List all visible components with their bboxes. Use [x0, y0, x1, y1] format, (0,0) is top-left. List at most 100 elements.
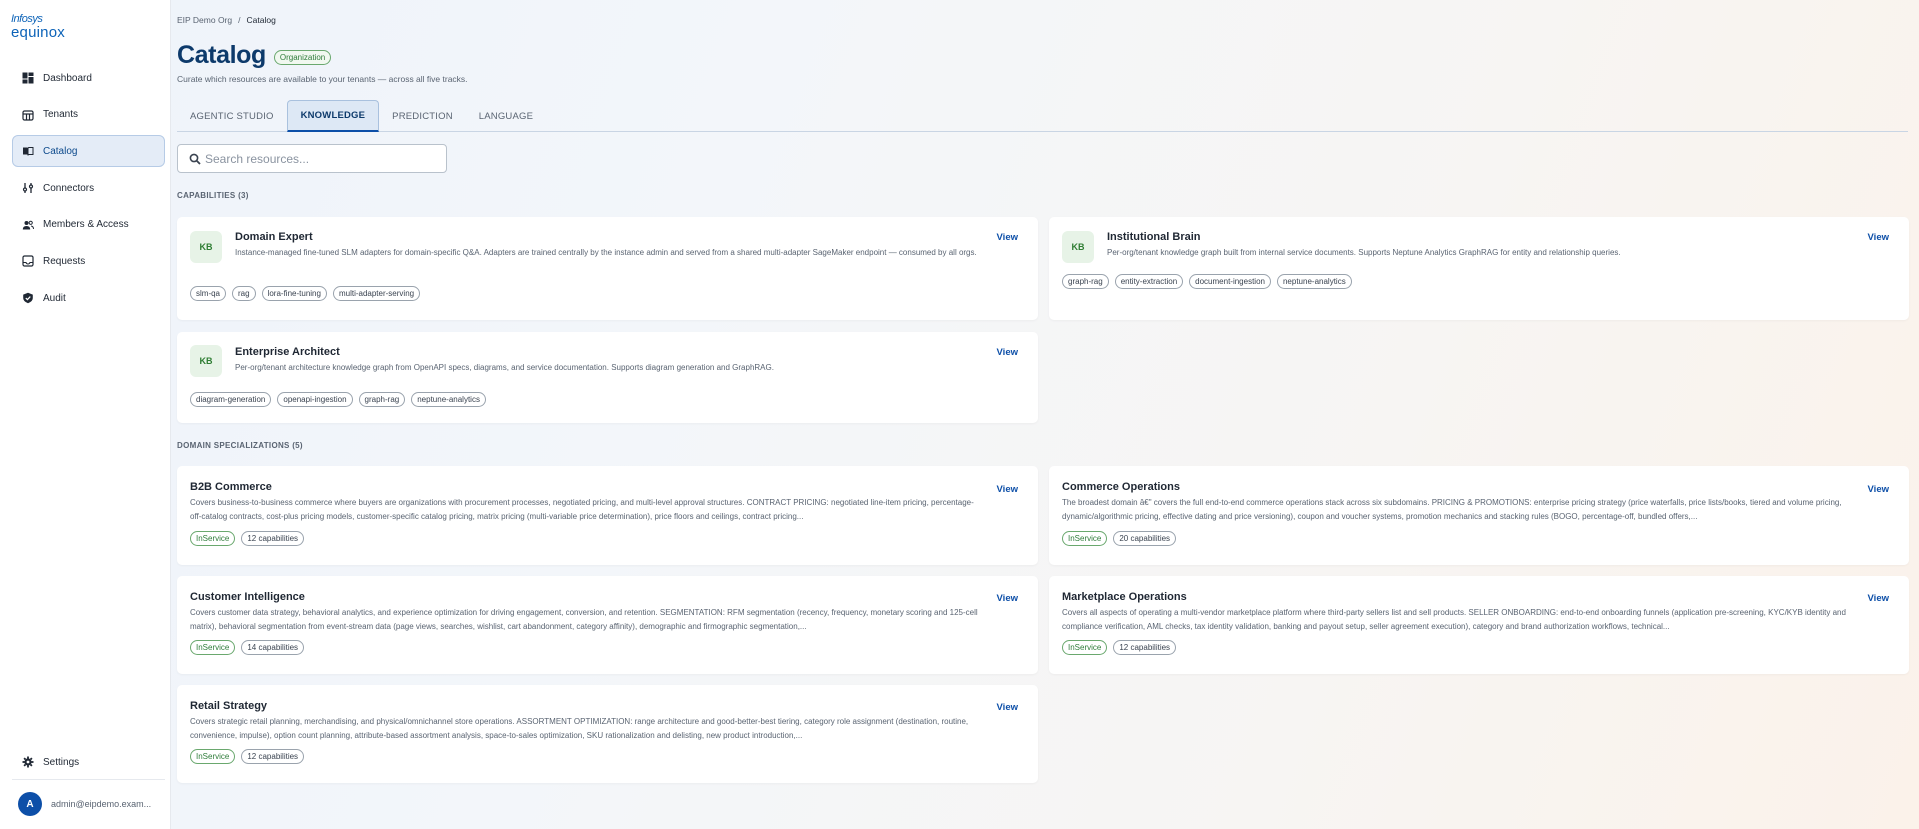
sidebar-item-tenants[interactable]: Tenants: [12, 99, 165, 131]
tag: lora-fine-tuning: [261, 286, 327, 301]
search-icon: [189, 153, 201, 165]
tag: diagram-generation: [190, 392, 272, 407]
domain-card-commerce-operations[interactable]: Commerce Operations The broadest domain …: [1049, 466, 1909, 565]
tag: graph-rag: [1062, 274, 1109, 289]
view-button[interactable]: View: [1868, 593, 1889, 604]
view-button[interactable]: View: [997, 232, 1018, 243]
card-title: Marketplace Operations: [1062, 591, 1187, 603]
tab-prediction[interactable]: PREDICTION: [379, 100, 466, 132]
card-description: The broadest domain â€" covers the full …: [1062, 498, 1842, 521]
view-button[interactable]: View: [1868, 484, 1889, 495]
gear-icon: [22, 756, 34, 768]
card-title: Domain Expert: [235, 231, 313, 243]
card-title: Institutional Brain: [1107, 231, 1201, 243]
tag: graph-rag: [358, 392, 406, 407]
card-title: Retail Strategy: [190, 700, 268, 712]
capability-count: 12 capabilities: [241, 749, 305, 764]
sidebar-item-label: Catalog: [43, 145, 78, 157]
tag-list: InService 12 capabilities: [1062, 640, 1177, 655]
sidebar-item-dashboard[interactable]: Dashboard: [12, 62, 165, 94]
status-badge: InService: [1062, 640, 1108, 655]
tag: neptune-analytics: [411, 392, 486, 407]
domains-heading: DOMAIN SPECIALIZATIONS (5): [177, 441, 303, 450]
connectors-icon: [22, 183, 34, 194]
view-button[interactable]: View: [997, 593, 1018, 604]
search-input[interactable]: [205, 151, 425, 166]
view-button[interactable]: View: [997, 702, 1018, 713]
title-row: Catalog Organization: [177, 41, 332, 70]
requests-icon: [22, 255, 34, 268]
card-title: Commerce Operations: [1062, 481, 1180, 493]
page-subtitle: Curate which resources are available to …: [177, 74, 468, 84]
brand-line2: equinox: [11, 24, 65, 41]
sidebar-item-label: Members & Access: [43, 219, 129, 231]
sidebar-item-audit[interactable]: Audit: [12, 282, 165, 314]
kb-badge: KB: [190, 345, 222, 377]
domain-card-marketplace-operations[interactable]: Marketplace Operations Covers all aspect…: [1049, 576, 1909, 674]
tag: openapi-ingestion: [277, 392, 353, 407]
card-description: Covers strategic retail planning, mercha…: [190, 717, 969, 740]
sidebar-item-members-access[interactable]: Members & Access: [12, 209, 165, 241]
breadcrumb-org[interactable]: EIP Demo Org: [177, 15, 232, 25]
card-description: Per-org/tenant architecture knowledge gr…: [235, 363, 774, 372]
catalog-icon: [23, 147, 34, 156]
tag-list: InService 20 capabilities: [1062, 531, 1177, 546]
domain-card-b2b-commerce[interactable]: B2B Commerce Covers business-to-business…: [177, 466, 1038, 565]
capability-count: 14 capabilities: [241, 640, 305, 655]
domain-card-customer-intelligence[interactable]: Customer Intelligence Covers customer da…: [177, 576, 1038, 674]
view-button[interactable]: View: [997, 347, 1018, 358]
brand-logo[interactable]: Infosys equinox: [11, 14, 81, 41]
card-description: Instance-managed fine-tuned SLM adapters…: [235, 248, 977, 257]
avatar[interactable]: A: [18, 792, 42, 816]
track-tabs: AGENTIC STUDIO KNOWLEDGE PREDICTION LANG…: [177, 100, 1908, 132]
page-title: Catalog: [177, 41, 266, 69]
capability-count: 12 capabilities: [1113, 640, 1177, 655]
tag: rag: [232, 286, 256, 301]
sidebar-item-catalog[interactable]: Catalog: [12, 135, 165, 168]
breadcrumb: EIP Demo Org / Catalog: [177, 15, 276, 25]
tab-knowledge[interactable]: KNOWLEDGE: [286, 100, 380, 132]
tenants-icon: [22, 110, 34, 121]
scope-badge: Organization: [273, 49, 332, 65]
card-title: Customer Intelligence: [190, 591, 305, 603]
sidebar-item-label: Connectors: [43, 182, 95, 194]
capability-card-enterprise-architect[interactable]: KB Enterprise Architect Per-org/tenant a…: [177, 332, 1038, 423]
breadcrumb-separator: /: [238, 15, 241, 25]
tag: document-ingestion: [1189, 274, 1271, 289]
tag: slm-qa: [190, 286, 227, 301]
sidebar-nav: Dashboard Tenants Catalog Connectors Mem…: [12, 62, 165, 319]
card-description: Covers business-to-business commerce whe…: [190, 498, 974, 521]
domain-card-retail-strategy[interactable]: Retail Strategy Covers strategic retail …: [177, 685, 1038, 783]
tag-list: graph-rag entity-extraction document-ing…: [1062, 274, 1352, 289]
tag: neptune-analytics: [1276, 274, 1352, 289]
tab-language[interactable]: LANGUAGE: [466, 100, 546, 132]
search-box[interactable]: [177, 144, 447, 173]
sidebar-item-requests[interactable]: Requests: [12, 245, 165, 277]
capability-card-domain-expert[interactable]: KB Domain Expert Instance-managed fine-t…: [177, 217, 1038, 320]
capabilities-heading: CAPABILITIES (3): [177, 191, 249, 200]
card-title: Enterprise Architect: [235, 346, 340, 358]
view-button[interactable]: View: [1868, 232, 1889, 243]
card-title: B2B Commerce: [190, 481, 272, 493]
tag-list: InService 12 capabilities: [190, 749, 305, 764]
sidebar-item-label: Requests: [43, 255, 86, 267]
sidebar-item-label: Dashboard: [43, 72, 92, 84]
card-description: Covers all aspects of operating a multi-…: [1062, 608, 1846, 631]
view-button[interactable]: View: [997, 484, 1018, 495]
user-profile[interactable]: A admin@eipdemo.exam...: [18, 792, 151, 816]
sidebar-item-label: Tenants: [43, 109, 79, 121]
card-description: Covers customer data strategy, behaviora…: [190, 608, 978, 631]
capability-card-institutional-brain[interactable]: KB Institutional Brain Per-org/tenant kn…: [1049, 217, 1909, 320]
tab-agentic-studio[interactable]: AGENTIC STUDIO: [177, 100, 287, 132]
breadcrumb-current: Catalog: [246, 15, 276, 25]
user-email: admin@eipdemo.exam...: [51, 799, 152, 809]
sidebar-item-connectors[interactable]: Connectors: [12, 172, 165, 204]
sidebar-item-settings[interactable]: Settings: [12, 746, 165, 778]
status-badge: InService: [1062, 531, 1108, 546]
card-description: Per-org/tenant knowledge graph built fro…: [1107, 248, 1621, 257]
tag: entity-extraction: [1114, 274, 1184, 289]
status-badge: InService: [190, 749, 236, 764]
kb-badge: KB: [1062, 231, 1094, 263]
capability-count: 20 capabilities: [1113, 531, 1177, 546]
dashboard-icon: [22, 72, 34, 84]
